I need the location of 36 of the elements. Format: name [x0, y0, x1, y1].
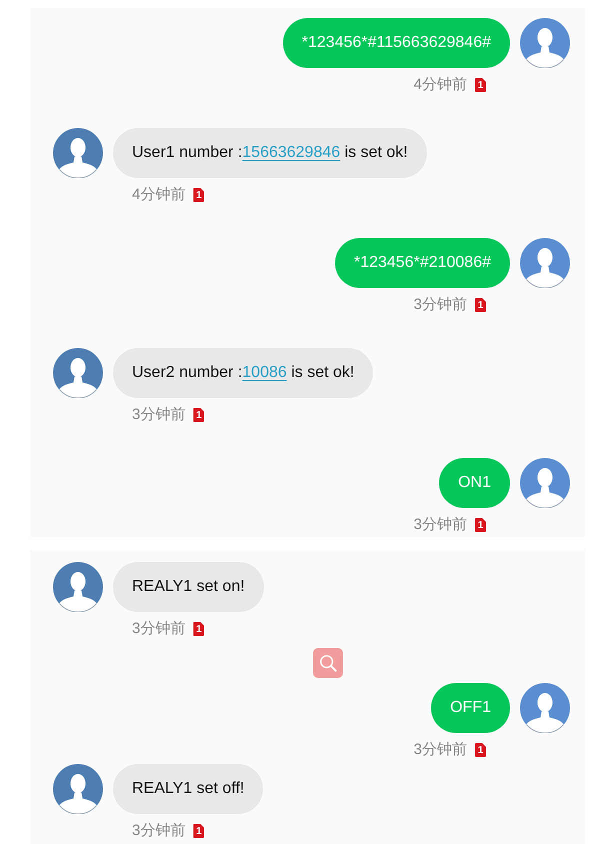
- avatar-icon: [520, 238, 570, 288]
- sim-indicator: 1: [475, 743, 486, 757]
- search-button[interactable]: [313, 648, 343, 678]
- message-text: REALY1 set off!: [132, 780, 244, 798]
- avatar-icon: [53, 128, 103, 178]
- message-text: User1 number :15663629846 is set ok!: [132, 144, 408, 162]
- sim-indicator: 1: [475, 78, 486, 92]
- sim-indicator: 1: [193, 622, 204, 636]
- message-text: OFF1: [450, 699, 491, 717]
- message-text: REALY1 set on!: [132, 578, 245, 596]
- sim-indicator: 1: [475, 298, 486, 312]
- timestamp: 3分钟前: [414, 741, 467, 759]
- timestamp: 3分钟前: [132, 620, 186, 638]
- timestamp: 4分钟前: [132, 186, 186, 204]
- sim-indicator: 1: [475, 518, 486, 532]
- avatar-icon: [53, 348, 103, 398]
- avatar-icon: [520, 18, 570, 68]
- timestamp: 4分钟前: [414, 76, 467, 94]
- phone-number-link[interactable]: 15663629846: [242, 144, 340, 161]
- message-text: User2 number :10086 is set ok!: [132, 364, 354, 382]
- sim-indicator: 1: [193, 824, 204, 838]
- message-text: *123456*#115663629846#: [302, 34, 491, 52]
- avatar-icon: [520, 458, 570, 508]
- timestamp: 3分钟前: [414, 516, 467, 534]
- sim-indicator: 1: [193, 188, 204, 202]
- timestamp: 3分钟前: [414, 296, 467, 314]
- avatar-icon: [53, 562, 103, 612]
- avatar-icon: [520, 683, 570, 733]
- phone-number-link[interactable]: 10086: [242, 364, 287, 381]
- search-icon: [319, 654, 337, 672]
- message-text: *123456*#210086#: [354, 254, 491, 272]
- message-text: ON1: [458, 474, 491, 492]
- timestamp: 3分钟前: [132, 822, 186, 840]
- timestamp: 3分钟前: [132, 406, 186, 424]
- avatar-icon: [53, 764, 103, 814]
- sim-indicator: 1: [193, 408, 204, 422]
